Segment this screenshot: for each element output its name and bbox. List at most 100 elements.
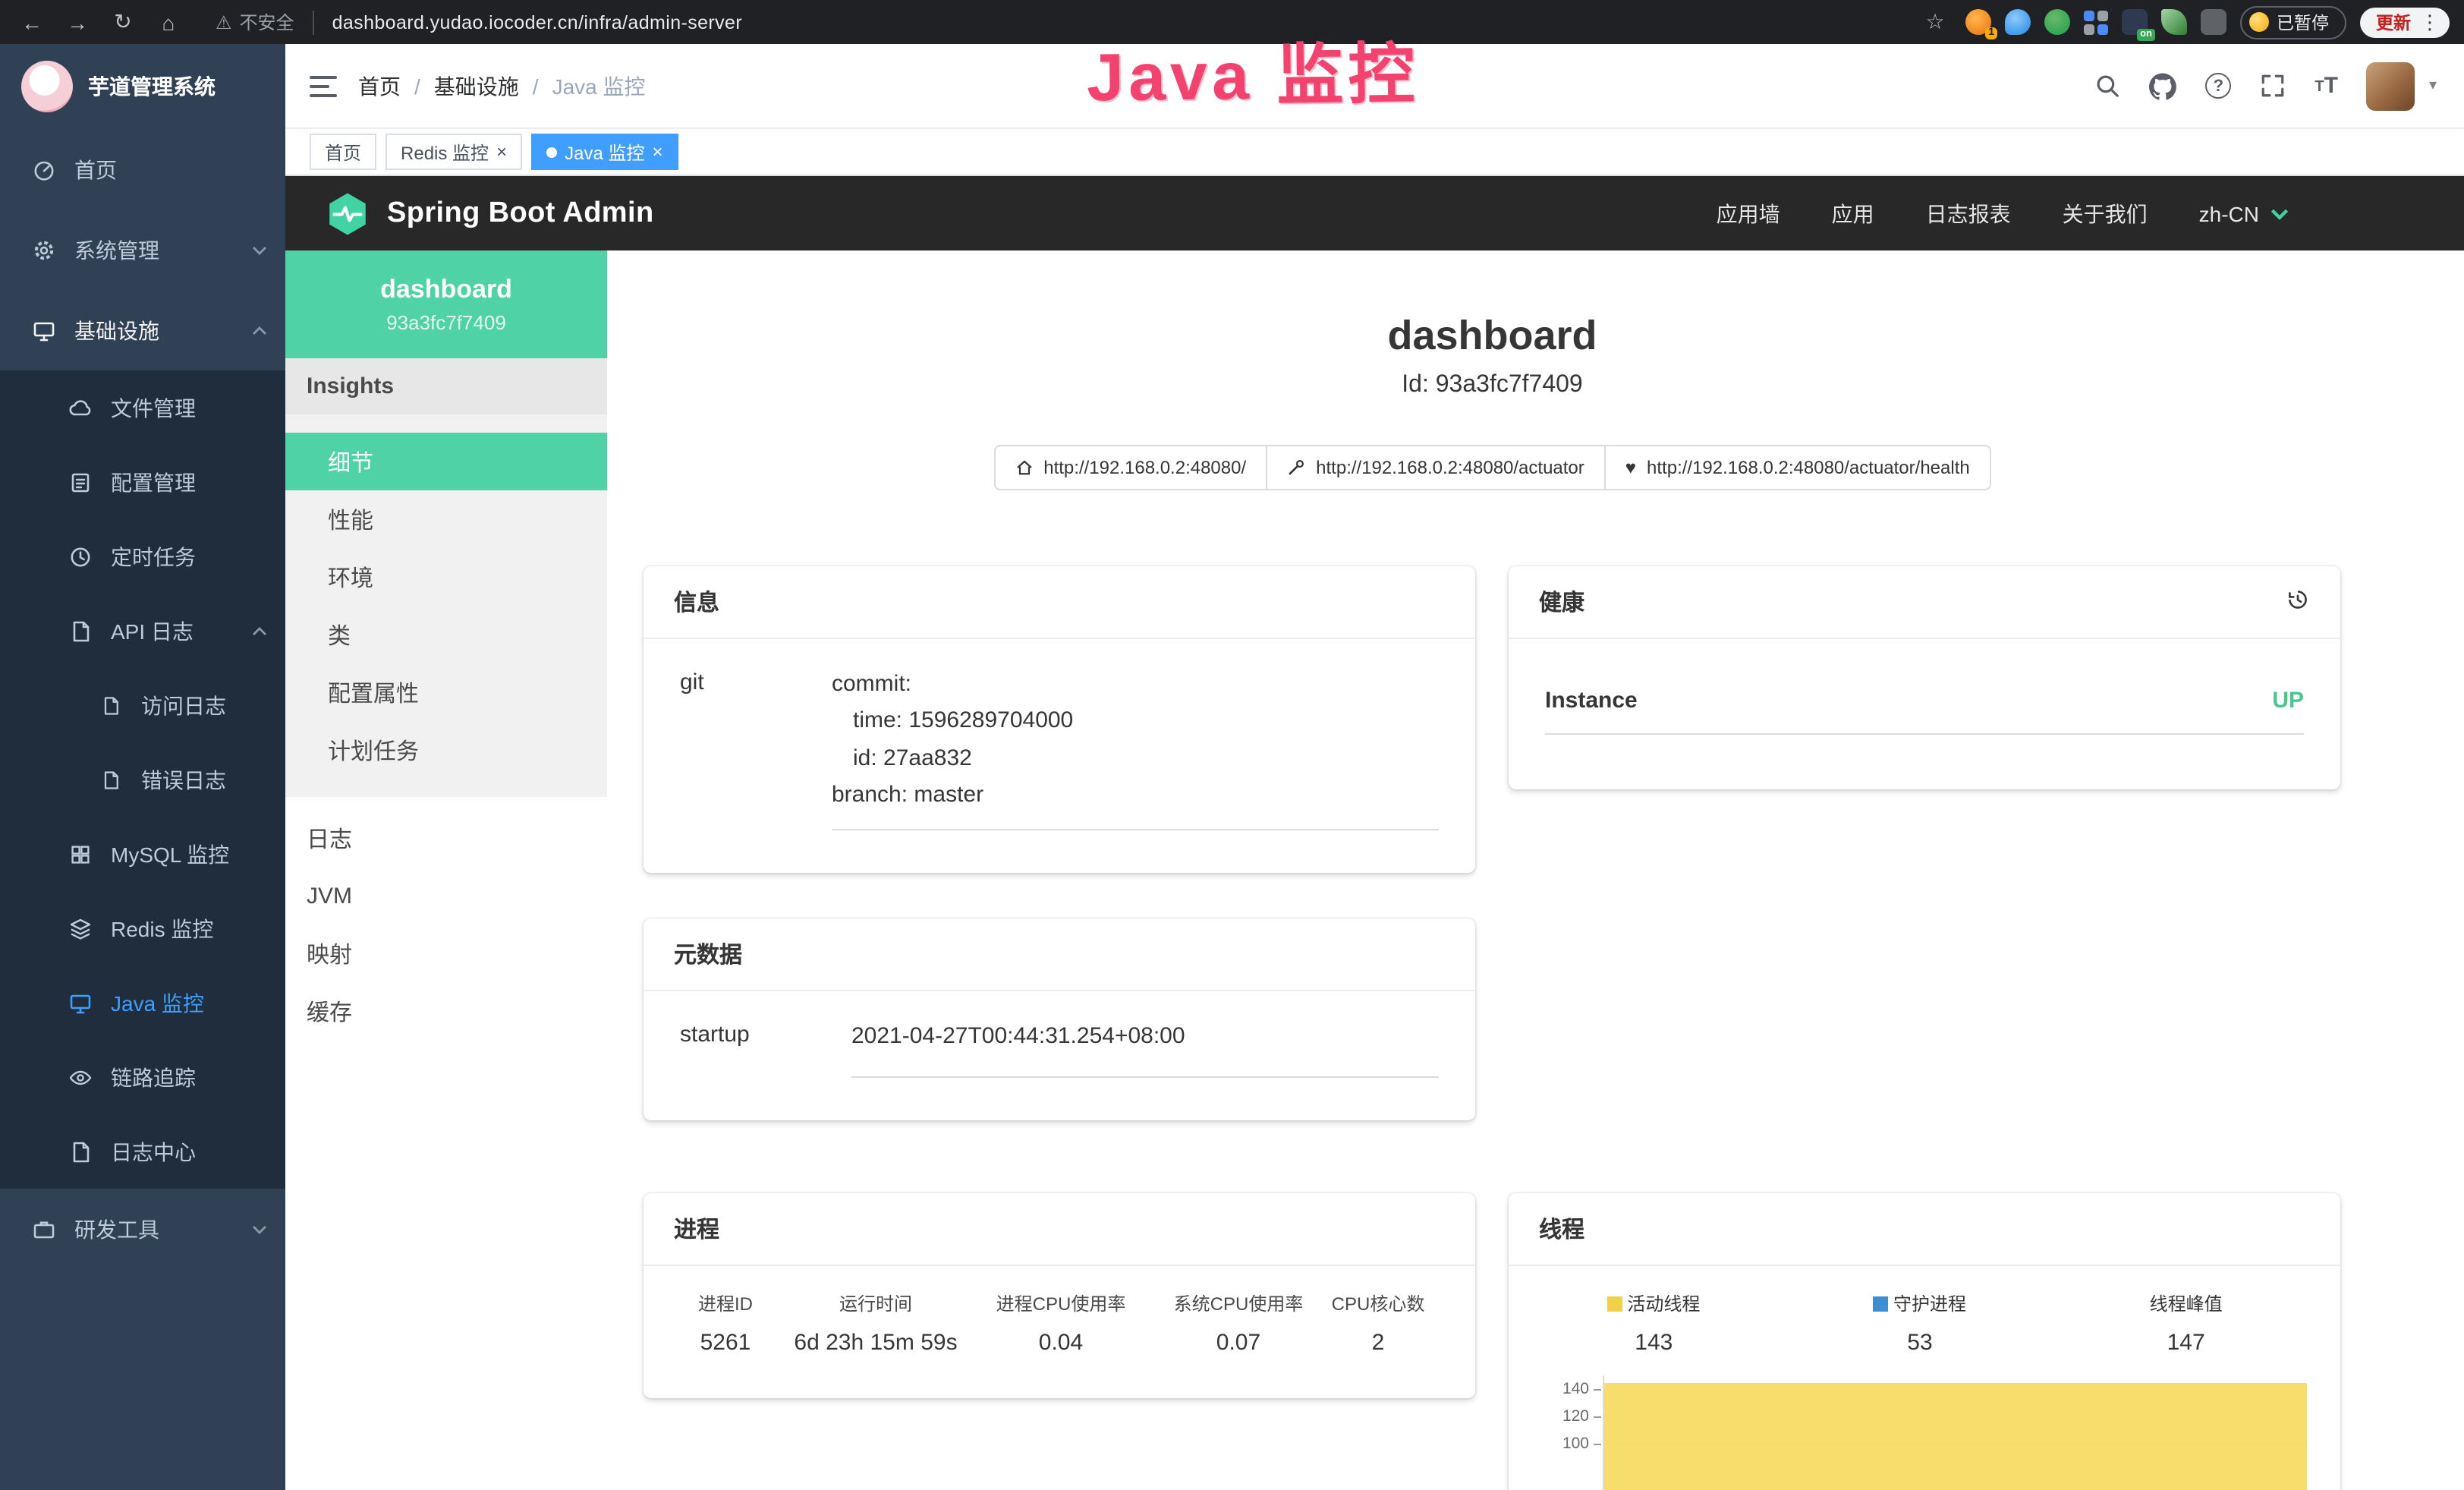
search-icon[interactable]: [2094, 73, 2120, 99]
bookmark-star-icon[interactable]: ☆: [1918, 5, 1952, 39]
browser-extension-icon[interactable]: 1: [1965, 9, 1991, 35]
sba-nav-wallboard[interactable]: 应用墙: [1691, 198, 1806, 228]
annotation-text: Java 监控: [1086, 20, 1420, 121]
sba-menu-classes[interactable]: 类: [285, 606, 607, 663]
app-logo[interactable]: 芋道管理系统: [0, 44, 285, 129]
instance-header[interactable]: dashboard 93a3fc7f7409: [285, 250, 607, 358]
process-col-cpus: CPU核心数 2: [1320, 1291, 1436, 1356]
sba-nav-about[interactable]: 关于我们: [2037, 198, 2173, 228]
profile-paused-chip[interactable]: 已暂停: [2240, 5, 2346, 39]
monitor-icon: [67, 991, 93, 1015]
sba-nav-applications[interactable]: 应用: [1806, 198, 1900, 228]
sidebar-item-label: 链路追踪: [111, 1062, 267, 1092]
sidebar-item-label: 文件管理: [111, 392, 267, 423]
chevron-down-icon[interactable]: ▾: [2429, 77, 2437, 94]
sidebar-item-redis-monitor[interactable]: Redis 监控: [0, 891, 285, 966]
breadcrumb-separator: /: [533, 74, 539, 98]
sidebar-item-devtools[interactable]: 研发工具: [0, 1189, 285, 1269]
chart-plot-area: [1603, 1376, 2307, 1490]
chrome-update-button[interactable]: 更新 ⋮: [2359, 7, 2449, 37]
sidebar-item-mysql-monitor[interactable]: MySQL 监控: [0, 817, 285, 891]
browser-extension-leaf-icon[interactable]: [2161, 9, 2187, 35]
process-col-process-cpu: 进程CPU使用率 0.04: [965, 1291, 1156, 1356]
sba-menu-environment[interactable]: 环境: [285, 548, 607, 606]
threads-card: 线程 活动线程 143 守护进程: [1509, 1194, 2340, 1490]
chevron-up-icon: [252, 326, 267, 335]
legend-swatch-yellow: [1607, 1297, 1622, 1312]
app-sidebar: 芋道管理系统 首页 系统管理 基础设施: [0, 44, 285, 1490]
browser-extension-grid-icon[interactable]: [2084, 10, 2108, 34]
sidebar-item-java-monitor[interactable]: Java 监控: [0, 966, 285, 1040]
close-icon[interactable]: ×: [496, 143, 507, 161]
breadcrumb-item[interactable]: 首页: [358, 71, 401, 101]
help-icon[interactable]: ?: [2205, 73, 2231, 99]
forward-icon[interactable]: →: [61, 5, 94, 39]
sba-menu-caches[interactable]: 缓存: [285, 982, 607, 1040]
browser-extension-icon[interactable]: on: [2122, 9, 2148, 35]
sba-menu-logs[interactable]: 日志: [285, 809, 607, 867]
health-instance-label: Instance: [1545, 688, 1638, 713]
sba-nav-journal[interactable]: 日志报表: [1900, 198, 2037, 228]
legend-peak-threads: 线程峰值 147: [2053, 1291, 2319, 1356]
health-instance-row[interactable]: Instance UP: [1545, 673, 2304, 735]
sba-logo-icon: [325, 191, 370, 236]
history-icon[interactable]: [2286, 587, 2310, 617]
card-title: 健康: [1539, 586, 1584, 618]
sidebar-item-api-logs[interactable]: API 日志: [0, 594, 285, 668]
sidebar-toggle-icon[interactable]: [310, 75, 337, 96]
sba-content: dashboard Id: 93a3fc7f7409 http://192.16…: [607, 250, 2464, 1490]
close-icon[interactable]: ×: [652, 143, 662, 161]
locale-selector[interactable]: zh-CN: [2173, 201, 2288, 225]
sba-menu-metrics[interactable]: 性能: [285, 490, 607, 548]
tab-redis-monitor[interactable]: Redis 监控 ×: [385, 134, 522, 170]
sidebar-item-log-center[interactable]: 日志中心: [0, 1114, 285, 1189]
browser-extension-icon[interactable]: [2005, 9, 2031, 35]
threads-chart: 140 120 100: [1521, 1376, 2319, 1490]
sba-menu-jvm[interactable]: JVM: [285, 867, 607, 925]
sidebar-item-file-management[interactable]: 文件管理: [0, 370, 285, 445]
fullscreen-icon[interactable]: [2260, 73, 2286, 99]
service-url-link[interactable]: http://192.168.0.2:48080/: [993, 445, 1267, 490]
back-icon[interactable]: ←: [15, 5, 49, 39]
sba-menu-mappings[interactable]: 映射: [285, 925, 607, 982]
edit-document-icon: [67, 470, 93, 494]
breadcrumb-item[interactable]: 基础设施: [434, 71, 519, 101]
sba-menu-config-props[interactable]: 配置属性: [285, 663, 607, 721]
user-avatar[interactable]: [2367, 61, 2415, 110]
chevron-down-icon: [2270, 207, 2288, 219]
reload-icon[interactable]: ↻: [106, 5, 140, 39]
browser-menu-icon[interactable]: ⋮: [2420, 10, 2440, 34]
tab-home[interactable]: 首页: [310, 134, 376, 170]
tab-java-monitor[interactable]: Java 监控 ×: [531, 134, 678, 170]
sidebar-item-home[interactable]: 首页: [0, 129, 285, 209]
sidebar-item-scheduled-jobs[interactable]: 定时任务: [0, 519, 285, 594]
browser-extension-icon[interactable]: [2044, 9, 2070, 35]
sidebar-item-infrastructure[interactable]: 基础设施: [0, 290, 285, 370]
sidebar-item-tracing[interactable]: 链路追踪: [0, 1040, 285, 1114]
github-icon[interactable]: [2149, 72, 2176, 99]
sidebar-item-access-logs[interactable]: 访问日志: [0, 668, 285, 742]
sidebar-item-error-logs[interactable]: 错误日志: [0, 742, 285, 817]
sidebar-item-config-management[interactable]: 配置管理: [0, 445, 285, 519]
sba-menu-details[interactable]: 细节: [285, 433, 607, 490]
sba-menu-scheduled-tasks[interactable]: 计划任务: [285, 721, 607, 779]
link-label: http://192.168.0.2:48080/actuator: [1316, 457, 1584, 478]
font-size-icon[interactable]: TT: [2315, 74, 2338, 97]
clock-icon: [67, 544, 93, 569]
gear-icon: [30, 238, 56, 262]
sba-brand[interactable]: Spring Boot Admin: [325, 191, 654, 236]
sidebar-item-label: 定时任务: [111, 541, 267, 572]
tags-view-bar: 首页 Redis 监控 × Java 监控 ×: [285, 129, 2464, 176]
process-col-pid: 进程ID 5261: [665, 1291, 786, 1356]
active-dot-icon: [546, 146, 557, 157]
home-icon[interactable]: ⌂: [152, 5, 185, 39]
site-security[interactable]: ⚠ 不安全: [216, 9, 294, 35]
sidebar-item-system[interactable]: 系统管理: [0, 209, 285, 290]
actuator-url-link[interactable]: http://192.168.0.2:48080/actuator: [1266, 445, 1606, 490]
health-url-link[interactable]: ♥ http://192.168.0.2:48080/actuator/heal…: [1604, 445, 1991, 490]
sba-brand-label: Spring Boot Admin: [387, 197, 654, 230]
legend-daemon-threads: 守护进程 53: [1787, 1291, 2053, 1356]
extensions-puzzle-icon[interactable]: [2201, 9, 2226, 35]
locale-label: zh-CN: [2199, 201, 2259, 225]
link-label: http://192.168.0.2:48080/: [1043, 457, 1246, 478]
